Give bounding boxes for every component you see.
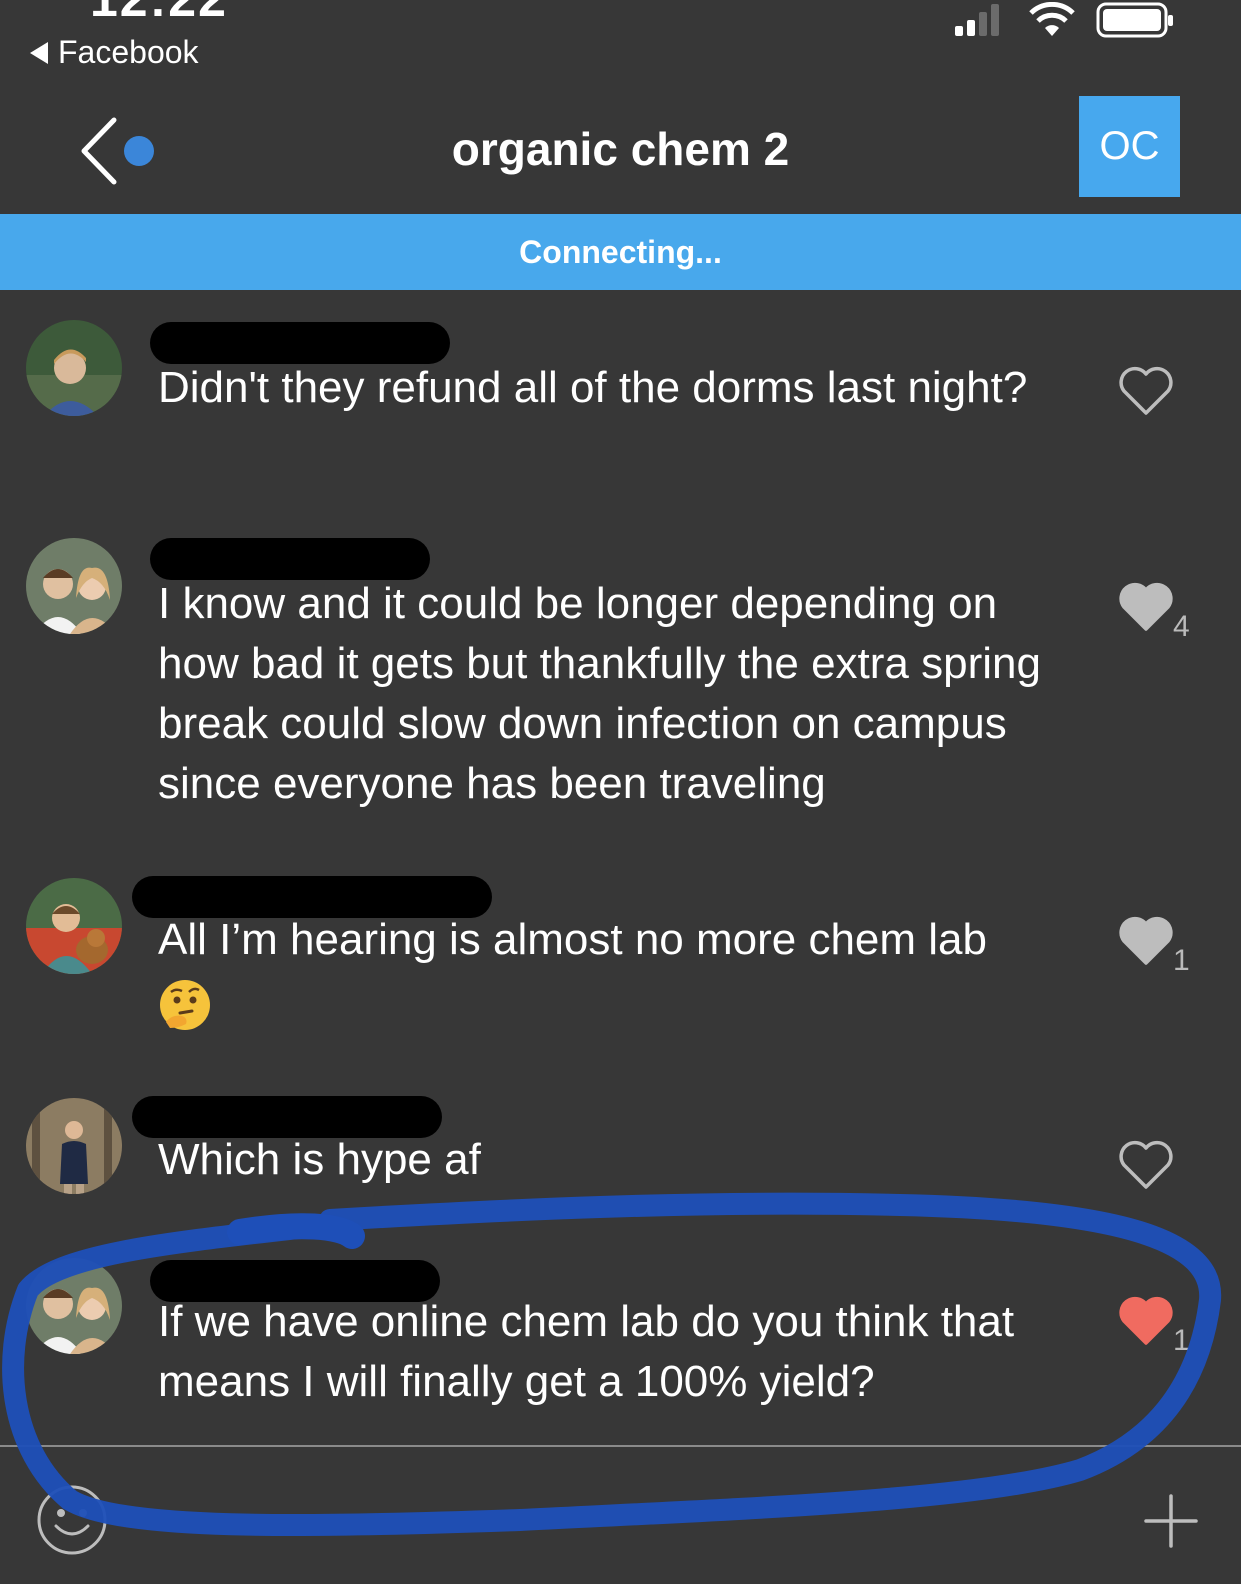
battery-icon	[1096, 2, 1173, 38]
heart-icon[interactable]	[1118, 582, 1174, 632]
heart-icon[interactable]	[1118, 1140, 1174, 1190]
status-time: 12:22	[90, 0, 228, 28]
heart-icon[interactable]	[1118, 1296, 1174, 1346]
smiley-icon[interactable]	[36, 1484, 108, 1556]
message-text: Didn't they refund all of the dorms last…	[158, 363, 1028, 412]
message-text: Which is hype af	[158, 1135, 481, 1184]
message-text: All I’m hearing is almost no more chem l…	[158, 910, 1078, 1032]
plus-icon[interactable]	[1144, 1494, 1198, 1548]
back-to-app-link[interactable]: Facebook	[30, 34, 199, 71]
like-count: 1	[1173, 1324, 1190, 1357]
avatar[interactable]	[26, 538, 122, 634]
wifi-icon	[1029, 2, 1075, 36]
message-text-body: All I’m hearing is almost no more chem l…	[158, 915, 987, 964]
message-text: I know and it could be longer depending …	[158, 579, 1041, 808]
like-count: 4	[1173, 610, 1190, 643]
avatar[interactable]	[26, 1098, 122, 1194]
chat-header: organic chem 2 OC	[0, 86, 1241, 214]
connection-status-banner: Connecting...	[0, 214, 1241, 290]
heart-icon[interactable]	[1118, 916, 1174, 966]
group-avatar-button[interactable]: OC	[1079, 96, 1180, 197]
page-title: organic chem 2	[451, 123, 790, 175]
like-count: 1	[1173, 944, 1190, 977]
status-bar: 12:22 Facebook	[0, 0, 1241, 86]
back-triangle-icon	[30, 41, 48, 64]
avatar[interactable]	[26, 878, 122, 974]
heart-icon[interactable]	[1118, 366, 1174, 416]
back-app-label: Facebook	[58, 34, 199, 70]
thinking-face-emoji-icon	[160, 980, 210, 1031]
composer-divider	[0, 1445, 1241, 1447]
avatar[interactable]	[26, 320, 122, 416]
avatar[interactable]	[26, 1258, 122, 1354]
message-text: If we have online chem lab do you think …	[158, 1297, 1015, 1406]
signal-icon	[955, 4, 999, 36]
